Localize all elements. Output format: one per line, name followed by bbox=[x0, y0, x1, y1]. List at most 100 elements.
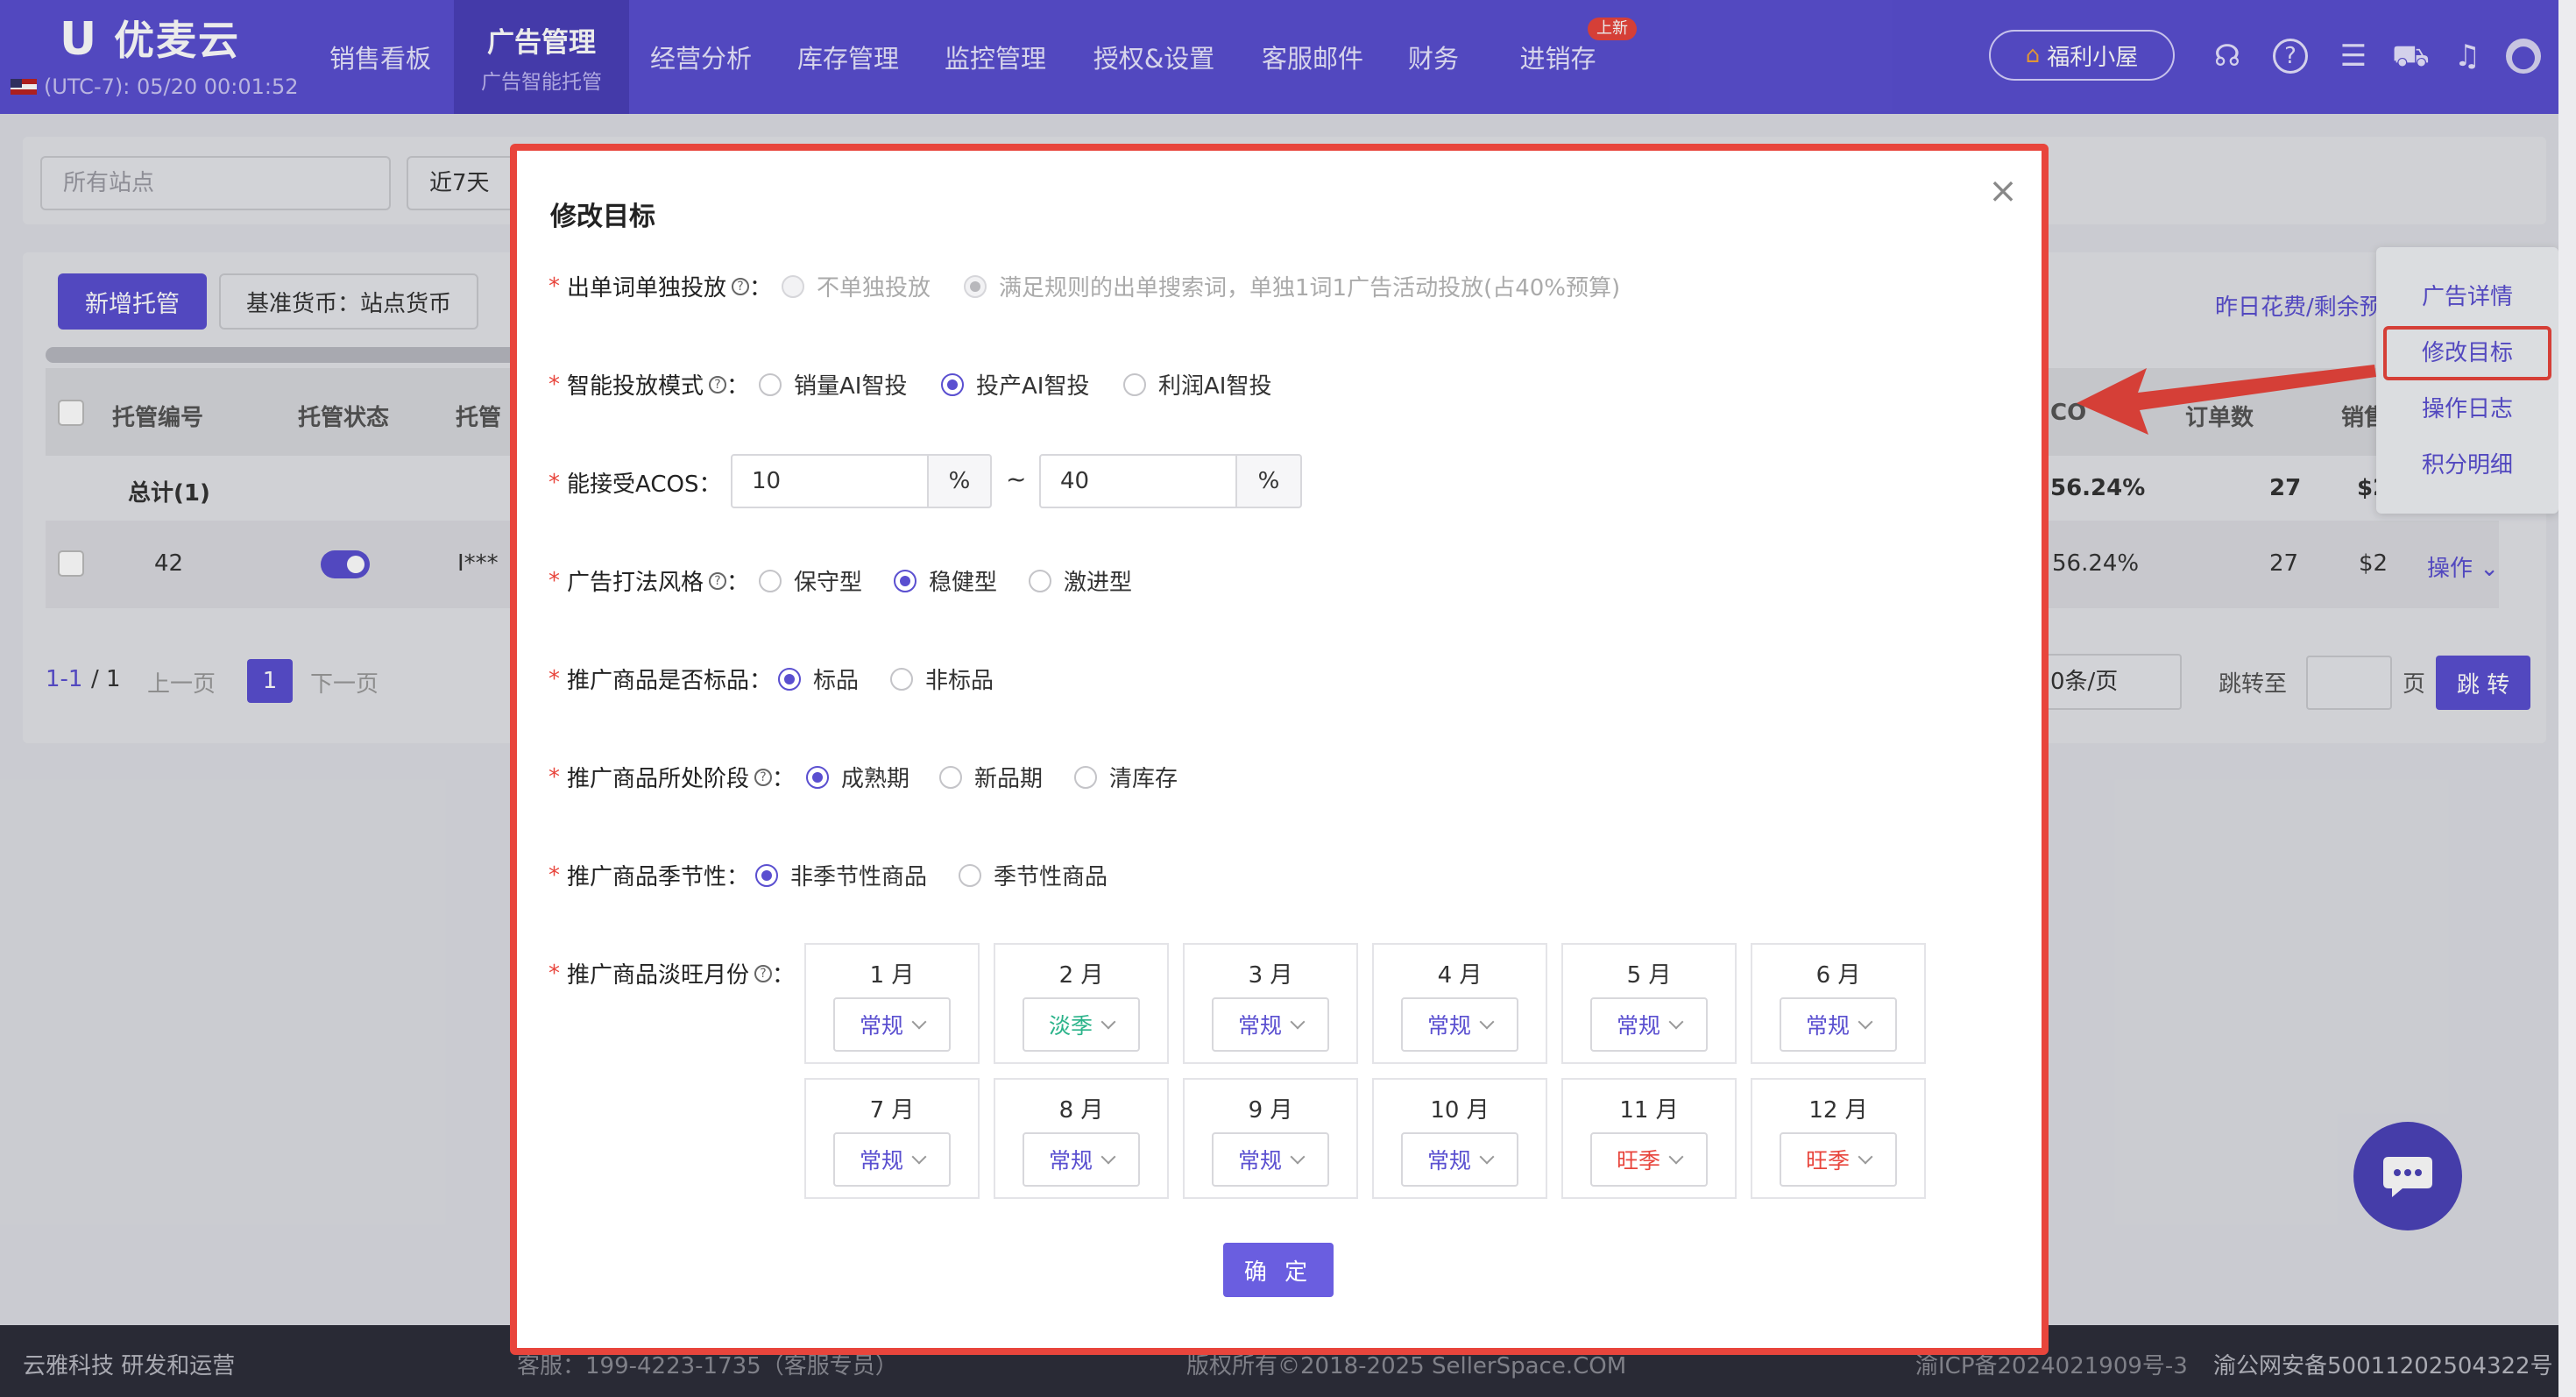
month-select[interactable]: 常规 bbox=[1401, 997, 1518, 1052]
chevron-down-icon bbox=[1668, 1149, 1684, 1165]
required-mark: * bbox=[548, 273, 560, 300]
stage-option-2[interactable]: 清库存 bbox=[1074, 761, 1178, 793]
chevron-down-icon bbox=[1858, 1149, 1873, 1165]
single-option-0: 不单独投放 bbox=[782, 270, 931, 302]
mode-option-1[interactable]: 投产AI智投 bbox=[941, 368, 1089, 401]
mode-option-0[interactable]: 销量AI智投 bbox=[759, 368, 907, 401]
month-value: 常规 bbox=[1426, 1013, 1471, 1039]
radio-circle bbox=[782, 274, 804, 298]
stage-option-1[interactable]: 新品期 bbox=[939, 761, 1043, 793]
mode-option-2-label: 利润AI智投 bbox=[1158, 373, 1272, 400]
radio-circle bbox=[806, 765, 829, 789]
months-label-wrap: * 推广商品淡旺月份?： bbox=[548, 957, 795, 989]
confirm-button[interactable]: 确 定 bbox=[1223, 1243, 1334, 1297]
mode-option-2[interactable]: 利润AI智投 bbox=[1123, 368, 1271, 401]
help-icon[interactable]: ? bbox=[754, 964, 773, 982]
season-option-1[interactable]: 季节性商品 bbox=[959, 859, 1108, 891]
radio-circle bbox=[894, 569, 916, 592]
required-mark: * bbox=[548, 960, 560, 987]
acos-min-unit: % bbox=[929, 454, 992, 508]
style-option-0-label: 保守型 bbox=[794, 570, 863, 596]
style-option-2-label: 激进型 bbox=[1064, 570, 1133, 596]
radio-circle bbox=[778, 667, 801, 691]
page-scrollbar[interactable] bbox=[2558, 0, 2576, 1397]
chevron-down-icon bbox=[1479, 1149, 1495, 1165]
radio-circle bbox=[941, 372, 964, 396]
required-mark: * bbox=[548, 469, 560, 496]
month-select[interactable]: 常规 bbox=[1212, 1132, 1329, 1187]
mode-label: 智能投放模式 bbox=[567, 373, 704, 400]
flagship-label: 推广商品是否标品 bbox=[567, 668, 750, 694]
modal-title: 修改目标 bbox=[550, 202, 655, 232]
stage-label-wrap: * 推广商品所处阶段?： bbox=[548, 761, 795, 793]
style-option-1-label: 稳健型 bbox=[929, 570, 998, 596]
style-option-0[interactable]: 保守型 bbox=[759, 564, 862, 597]
radio-circle bbox=[939, 765, 962, 789]
month-select[interactable]: 常规 bbox=[1780, 997, 1897, 1052]
month-select[interactable]: 旺季 bbox=[1590, 1132, 1708, 1187]
month-value: 常规 bbox=[1616, 1013, 1660, 1039]
single-option-0-label: 不单独投放 bbox=[817, 275, 931, 301]
help-icon[interactable]: ? bbox=[709, 375, 727, 394]
chevron-down-icon bbox=[1100, 1149, 1116, 1165]
month-name: 4 月 bbox=[1437, 962, 1483, 989]
flagship-option-1[interactable]: 非标品 bbox=[890, 663, 994, 695]
radio-circle bbox=[1074, 765, 1097, 789]
single-option-1: 满足规则的出单搜索词，单独1词1广告活动投放(占40%预算) bbox=[964, 270, 1620, 302]
stage-label: 推广商品所处阶段 bbox=[567, 766, 750, 792]
month-value: 常规 bbox=[859, 1148, 903, 1174]
close-icon[interactable]: × bbox=[1987, 174, 2019, 209]
style-option-1[interactable]: 稳健型 bbox=[894, 564, 997, 597]
month-select[interactable]: 常规 bbox=[1401, 1132, 1518, 1187]
single-option-1-label: 满足规则的出单搜索词，单独1词1广告活动投放(占40%预算) bbox=[999, 275, 1621, 301]
mode-label-wrap: * 智能投放模式?： bbox=[548, 368, 749, 401]
radio-circle bbox=[959, 863, 981, 887]
flagship-option-0-label: 标品 bbox=[813, 668, 860, 694]
required-mark: * bbox=[548, 371, 560, 398]
chevron-down-icon bbox=[1100, 1014, 1116, 1030]
radio-circle bbox=[890, 667, 913, 691]
month-name: 5 月 bbox=[1626, 962, 1672, 989]
month-select[interactable]: 常规 bbox=[1212, 997, 1329, 1052]
radio-circle bbox=[1029, 569, 1051, 592]
help-icon[interactable]: ? bbox=[754, 768, 773, 786]
month-select[interactable]: 常规 bbox=[833, 1132, 951, 1187]
required-mark: * bbox=[548, 665, 560, 692]
flagship-option-0[interactable]: 标品 bbox=[778, 663, 859, 695]
radio-circle bbox=[759, 372, 782, 396]
month-name: 7 月 bbox=[869, 1097, 915, 1124]
radio-circle bbox=[1123, 372, 1146, 396]
month-name: 9 月 bbox=[1248, 1097, 1293, 1124]
month-select[interactable]: 常规 bbox=[1023, 1132, 1140, 1187]
month-value: 旺季 bbox=[1805, 1148, 1850, 1174]
month-value: 常规 bbox=[1237, 1013, 1282, 1039]
month-name: 6 月 bbox=[1815, 962, 1861, 989]
month-value: 常规 bbox=[1048, 1148, 1093, 1174]
month-value: 旺季 bbox=[1616, 1148, 1660, 1174]
style-label-wrap: * 广告打法风格?： bbox=[548, 564, 749, 597]
month-select[interactable]: 淡季 bbox=[1023, 997, 1140, 1052]
chevron-down-icon bbox=[1290, 1014, 1306, 1030]
month-select[interactable]: 常规 bbox=[1590, 997, 1708, 1052]
stage-option-0[interactable]: 成熟期 bbox=[806, 761, 909, 793]
stage-option-0-label: 成熟期 bbox=[841, 766, 910, 792]
help-icon[interactable]: ? bbox=[709, 571, 727, 590]
acos-separator: ~ bbox=[1006, 464, 1027, 493]
style-label: 广告打法风格 bbox=[567, 570, 704, 596]
season-option-0[interactable]: 非季节性商品 bbox=[755, 859, 927, 891]
flagship-option-1-label: 非标品 bbox=[925, 668, 994, 694]
help-icon[interactable]: ? bbox=[732, 277, 750, 295]
radio-circle bbox=[759, 569, 782, 592]
style-option-2[interactable]: 激进型 bbox=[1029, 564, 1132, 597]
month-select[interactable]: 旺季 bbox=[1780, 1132, 1897, 1187]
month-select[interactable]: 常规 bbox=[833, 997, 951, 1052]
acos-max-input[interactable]: 40 bbox=[1039, 454, 1237, 508]
chevron-down-icon bbox=[911, 1014, 927, 1030]
mode-option-1-label: 投产AI智投 bbox=[976, 373, 1090, 400]
flagship-label-wrap: * 推广商品是否标品： bbox=[548, 663, 772, 695]
required-mark: * bbox=[548, 862, 560, 889]
acos-min-input[interactable]: 10 bbox=[731, 454, 929, 508]
month-value: 淡季 bbox=[1048, 1013, 1093, 1039]
chevron-down-icon bbox=[1668, 1014, 1684, 1030]
chevron-down-icon bbox=[1858, 1014, 1873, 1030]
